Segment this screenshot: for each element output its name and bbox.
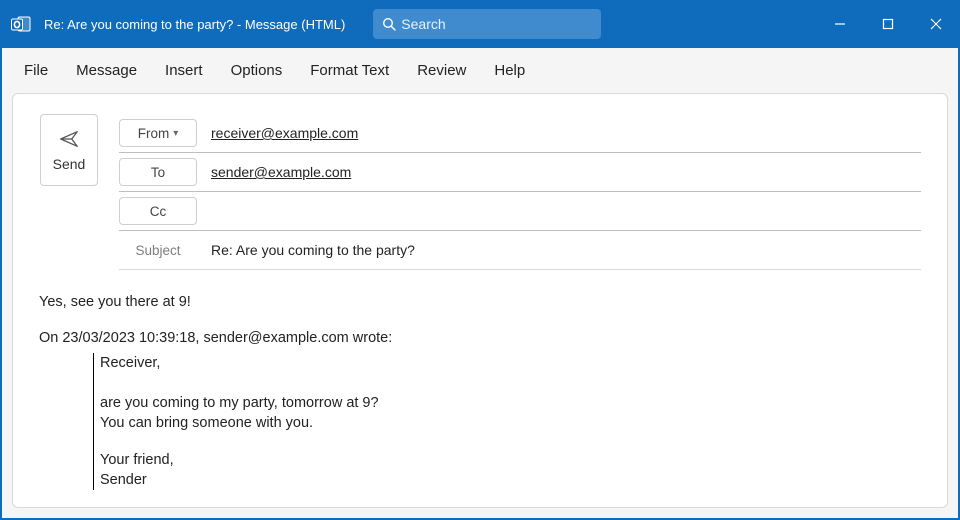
search-box[interactable] xyxy=(373,9,601,39)
menu-help[interactable]: Help xyxy=(482,56,537,85)
menu-message[interactable]: Message xyxy=(64,56,149,85)
close-button[interactable] xyxy=(912,0,960,48)
menu-options[interactable]: Options xyxy=(219,56,295,85)
message-body[interactable]: Yes, see you there at 9! On 23/03/2023 1… xyxy=(39,292,921,490)
from-picker[interactable]: From ▾ xyxy=(119,119,197,147)
quoted-line: are you coming to my party, tomorrow at … xyxy=(100,393,921,413)
compose-card: Send From ▾ receiver@example.com To send… xyxy=(12,93,948,508)
cc-button[interactable]: Cc xyxy=(119,197,197,225)
menu-format-text[interactable]: Format Text xyxy=(298,56,401,85)
outlook-app-icon xyxy=(10,13,32,35)
menu-file[interactable]: File xyxy=(12,56,60,85)
search-icon xyxy=(381,16,397,32)
subject-input[interactable] xyxy=(211,238,921,262)
quoted-line xyxy=(100,373,921,393)
window-controls xyxy=(816,0,960,48)
from-row: From ▾ receiver@example.com xyxy=(119,114,921,153)
to-label: To xyxy=(151,165,165,180)
send-button[interactable]: Send xyxy=(40,114,98,186)
from-label: From xyxy=(138,126,170,141)
from-value[interactable]: receiver@example.com xyxy=(211,121,921,145)
quoted-line: You can bring someone with you. xyxy=(100,413,921,433)
search-input[interactable] xyxy=(397,16,593,32)
window-body: File Message Insert Options Format Text … xyxy=(2,48,958,518)
subject-row: Subject xyxy=(119,231,921,270)
cc-input[interactable] xyxy=(211,199,921,223)
menu-review[interactable]: Review xyxy=(405,56,478,85)
quoted-line: Receiver, xyxy=(100,353,921,373)
quoted-line: Sender xyxy=(100,470,921,490)
quoted-message: Receiver, are you coming to my party, to… xyxy=(93,353,921,491)
reply-text: Yes, see you there at 9! xyxy=(39,292,921,312)
to-row: To sender@example.com xyxy=(119,153,921,192)
quoted-line: Your friend, xyxy=(100,450,921,470)
window-title: Re: Are you coming to the party? - Messa… xyxy=(44,17,345,32)
send-icon xyxy=(58,128,80,150)
quote-intro: On 23/03/2023 10:39:18, sender@example.c… xyxy=(39,328,921,348)
to-button[interactable]: To xyxy=(119,158,197,186)
send-label: Send xyxy=(53,156,86,172)
menubar: File Message Insert Options Format Text … xyxy=(2,48,958,87)
subject-label: Subject xyxy=(119,236,197,264)
cc-row: Cc xyxy=(119,192,921,231)
chevron-down-icon: ▾ xyxy=(173,128,178,139)
maximize-button[interactable] xyxy=(864,0,912,48)
menu-insert[interactable]: Insert xyxy=(153,56,215,85)
cc-label: Cc xyxy=(150,204,167,219)
to-value[interactable]: sender@example.com xyxy=(211,160,921,184)
minimize-button[interactable] xyxy=(816,0,864,48)
titlebar: Re: Are you coming to the party? - Messa… xyxy=(0,0,960,48)
